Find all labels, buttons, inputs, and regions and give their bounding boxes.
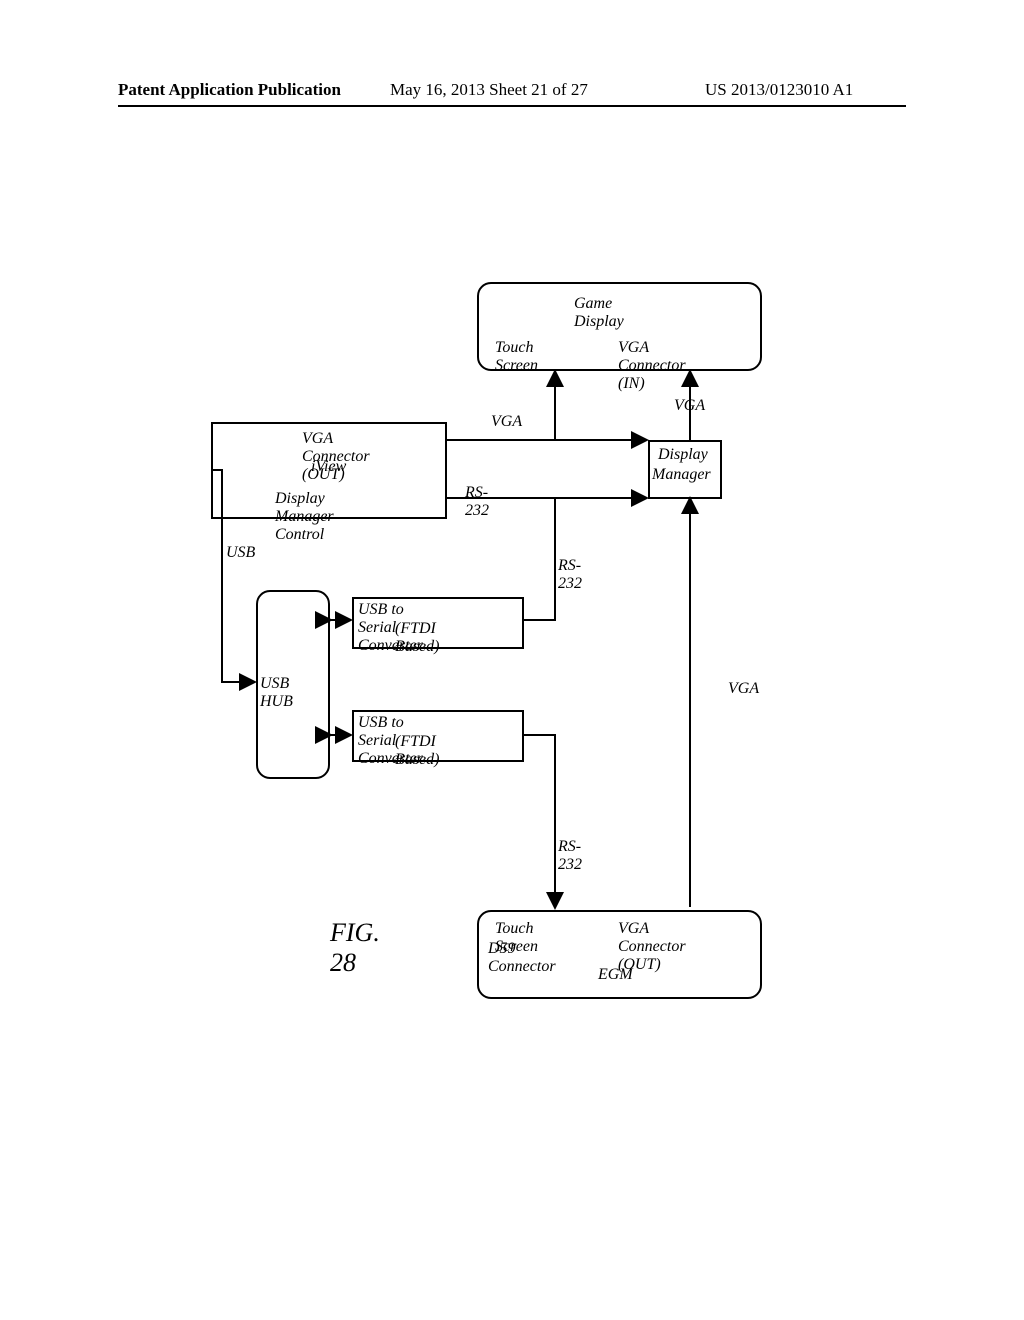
conn-vga-mid: VGA [491, 413, 522, 431]
diagram-connectors [0, 0, 1024, 1320]
figure-label: FIG. 28 [330, 918, 380, 978]
usb-hub-label: USB HUB [260, 675, 293, 711]
conn-rs232-bottom: RS-232 [558, 838, 582, 874]
header-center: May 16, 2013 Sheet 21 of 27 [390, 80, 588, 100]
egm-title: EGM [598, 966, 633, 984]
conn-rs232-mid: RS-232 [465, 484, 489, 520]
iview-port-bottom: Display Manager Control [275, 490, 334, 544]
egm-port-left-2: D59 Connector [488, 940, 556, 976]
game-display-title: Game Display [574, 295, 624, 331]
conn-usb: USB [226, 544, 255, 562]
game-display-port-left: Touch Screen [495, 339, 538, 375]
game-display-port-right: VGA Connector (IN) [618, 339, 686, 393]
display-manager-line1: Display [658, 446, 708, 464]
header-rule [118, 105, 906, 107]
display-manager-line2: Manager [652, 466, 711, 484]
converter2-line2: (FTDI Based) [395, 733, 439, 769]
header-left: Patent Application Publication [118, 80, 341, 100]
conn-rs232-mid2: RS-232 [558, 557, 582, 593]
conn-vga-top-right: VGA [674, 397, 705, 415]
conn-vga-right: VGA [728, 680, 759, 698]
header-right: US 2013/0123010 A1 [705, 80, 853, 100]
iview-title: iView [311, 458, 346, 476]
converter1-line2: (FTDI Based) [395, 620, 439, 656]
